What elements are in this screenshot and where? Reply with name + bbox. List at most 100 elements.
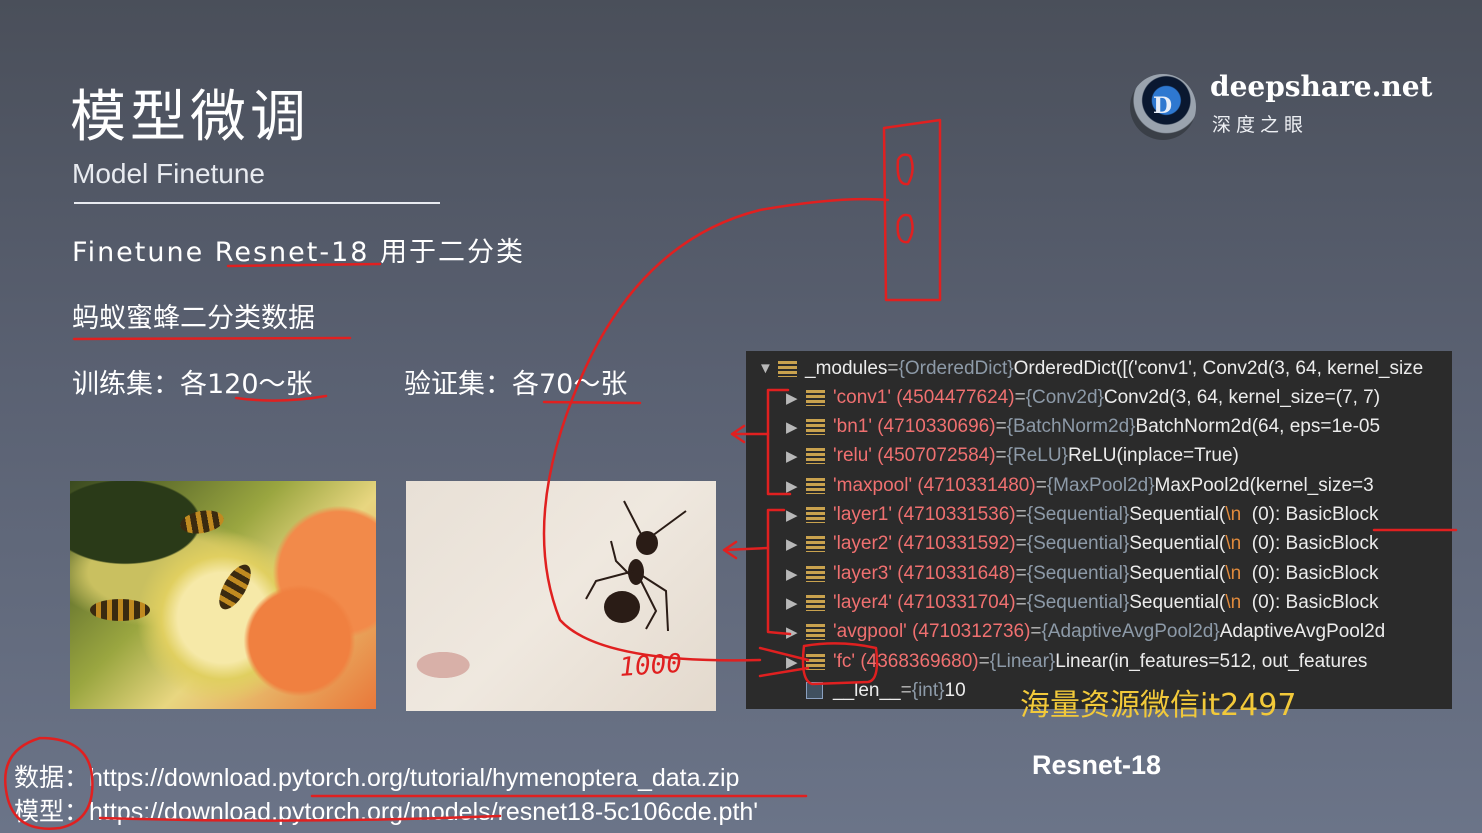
variable-value: Linear(in_features=512, out_features [1055, 650, 1368, 672]
object-variable-icon [806, 448, 825, 465]
model-url-link[interactable]: https://download.pytorch.org/models/resn… [89, 798, 758, 826]
variable-type: {Linear} [989, 650, 1056, 672]
bee-shape [178, 507, 226, 537]
equals-sign: = [978, 650, 990, 672]
escaped-newline: \n [1225, 533, 1242, 555]
variable-value: Sequential( [1129, 504, 1226, 525]
debug-row[interactable]: ▶ 'conv1' (4504477624) = {Conv2d} Conv2d(… [786, 383, 1380, 412]
debug-row[interactable]: ▶ 'layer3' (4710331648) = {Sequential} Se… [786, 559, 1378, 588]
object-variable-icon [806, 419, 825, 436]
debug-row[interactable]: ▶ 'avgpool' (4710312736) = {AdaptiveAvgPo… [786, 618, 1385, 647]
escaped-newline: \n [1225, 504, 1242, 525]
variable-value: 10 [944, 679, 966, 701]
slide-title: 模型微调 [70, 85, 310, 150]
output-box [882, 118, 942, 302]
variable-type: {Sequential} [1026, 591, 1130, 613]
data-label: 数据： [14, 763, 90, 792]
variable-value: ReLU(inplace=True) [1067, 445, 1239, 467]
debug-row[interactable]: ▶ 'layer4' (4710331704) = {Sequential} Se… [786, 588, 1378, 617]
debug-row[interactable]: ▶ 'maxpool' (4710331480) = {MaxPool2d} Ma… [786, 471, 1374, 500]
variable-value: MaxPool2d(kernel_size=3 [1154, 474, 1374, 496]
equals-sign: = [1015, 504, 1027, 525]
debugger-modules-panel: ▼ _modules = {OrderedDict} OrderedDict([(… [746, 351, 1452, 709]
variable-name: __len__ [833, 679, 901, 701]
equals-sign: = [887, 357, 899, 379]
variable-type: {MaxPool2d} [1046, 474, 1155, 496]
expand-arrow-icon[interactable]: ▶ [786, 535, 806, 553]
expand-arrow-icon[interactable]: ▶ [786, 477, 806, 495]
debug-row[interactable]: ▶ 'fc' (4368369680) = {Linear} Linear(in_… [786, 647, 1367, 676]
variable-type: {int} [911, 679, 945, 701]
train-set-label: 训练集：各120～张 [72, 369, 313, 400]
equals-sign: = [995, 416, 1007, 438]
variable-value: Sequential( [1129, 533, 1226, 555]
expand-arrow-icon[interactable]: ▶ [786, 506, 806, 524]
object-variable-icon [806, 507, 825, 523]
variable-value: Sequential( [1129, 562, 1226, 584]
variable-name: _modules [805, 357, 888, 379]
equals-sign: = [1015, 533, 1027, 555]
variable-value-tail: (0): BasicBlock [1241, 591, 1379, 613]
object-variable-icon [806, 477, 825, 494]
equals-sign: = [995, 445, 1007, 467]
variable-name: 'avgpool' (4710312736) [833, 621, 1031, 643]
variable-value: AdaptiveAvgPool2d [1219, 621, 1386, 643]
figure-caption: Resnet-18 [1032, 750, 1162, 780]
expand-arrow-icon[interactable]: ▶ [786, 418, 806, 436]
underline-70 [542, 400, 642, 405]
equals-sign: = [1015, 562, 1027, 584]
subtitle-divider [74, 202, 440, 204]
ant-photo [406, 481, 716, 711]
debug-row[interactable]: ▶ 'bn1' (4710330696) = {BatchNorm2d} Batc… [786, 413, 1380, 442]
collapse-arrow-icon[interactable]: ▼ [758, 360, 778, 377]
object-variable-icon [806, 389, 825, 406]
escaped-newline: \n [1225, 562, 1242, 584]
debug-row[interactable]: ▶ 'relu' (4507072584) = {ReLU} ReLU(inpla… [786, 442, 1239, 471]
variable-value-tail: (0): BasicBlock [1241, 533, 1379, 555]
expand-arrow-icon[interactable]: ▶ [786, 594, 806, 612]
underline-dataset [72, 336, 352, 341]
variable-name: 'layer1' (4710331536) [833, 504, 1016, 525]
object-variable-icon [806, 653, 825, 670]
output-node-top [896, 153, 914, 186]
variable-name: 'conv1' (4504477624) [833, 386, 1015, 408]
variable-type: {Conv2d} [1025, 386, 1104, 408]
finetune-heading: Finetune Resnet-18 用于二分类 [72, 237, 526, 268]
expand-arrow-icon[interactable]: ▶ [786, 623, 806, 641]
output-node-bottom [896, 213, 914, 244]
variable-type: {Sequential} [1026, 504, 1130, 525]
expand-arrow-icon[interactable]: ▶ [786, 447, 806, 465]
data-url-link[interactable]: https://download.pytorch.org/tutorial/hy… [89, 764, 739, 792]
variable-name: 'relu' (4507072584) [833, 445, 996, 467]
model-link-row: 模型：https://download.pytorch.org/models/r… [14, 792, 758, 828]
variable-value: BatchNorm2d(64, eps=1e-05 [1135, 416, 1381, 438]
variable-name: 'maxpool' (4710331480) [833, 474, 1036, 496]
logo-letter: D [1153, 93, 1173, 119]
bee-shape [90, 599, 150, 621]
dataset-heading: 蚂蚁蜜蜂二分类数据 [72, 303, 315, 334]
variable-type: {OrderedDict} [898, 357, 1014, 379]
variable-name: 'bn1' (4710330696) [833, 416, 996, 438]
val-set-label: 验证集：各70～张 [404, 369, 628, 400]
equals-sign: = [1015, 591, 1027, 613]
variable-type: {AdaptiveAvgPool2d} [1041, 621, 1220, 643]
variable-value: Sequential( [1129, 591, 1226, 613]
brand-tagline: 深度之眼 [1212, 114, 1309, 136]
equals-sign: = [1014, 386, 1026, 408]
int-variable-icon [806, 682, 823, 700]
equals-sign: = [1030, 621, 1042, 643]
debug-row[interactable]: ▶ 'layer1' (4710331536) = {Sequential} Se… [786, 501, 1378, 530]
escaped-newline: \n [1225, 591, 1242, 613]
variable-type: {Sequential} [1026, 533, 1130, 555]
expand-arrow-icon[interactable]: ▶ [786, 565, 806, 583]
expand-arrow-icon[interactable]: ▶ [786, 653, 806, 671]
debug-row[interactable]: ▶ 'layer2' (4710331592) = {Sequential} Se… [786, 530, 1378, 559]
debug-row[interactable]: ▼ _modules = {OrderedDict} OrderedDict([(… [758, 354, 1423, 383]
variable-name: 'layer3' (4710331648) [833, 562, 1016, 584]
ant-legs [585, 500, 687, 632]
data-link-row: 数据：https://download.pytorch.org/tutorial… [14, 758, 739, 794]
variable-value-tail: (0): BasicBlock [1241, 504, 1379, 525]
slide-subtitle: Model Finetune [72, 158, 266, 189]
debug-row[interactable]: __len__ = {int} 10 [786, 676, 966, 705]
expand-arrow-icon[interactable]: ▶ [786, 389, 806, 407]
